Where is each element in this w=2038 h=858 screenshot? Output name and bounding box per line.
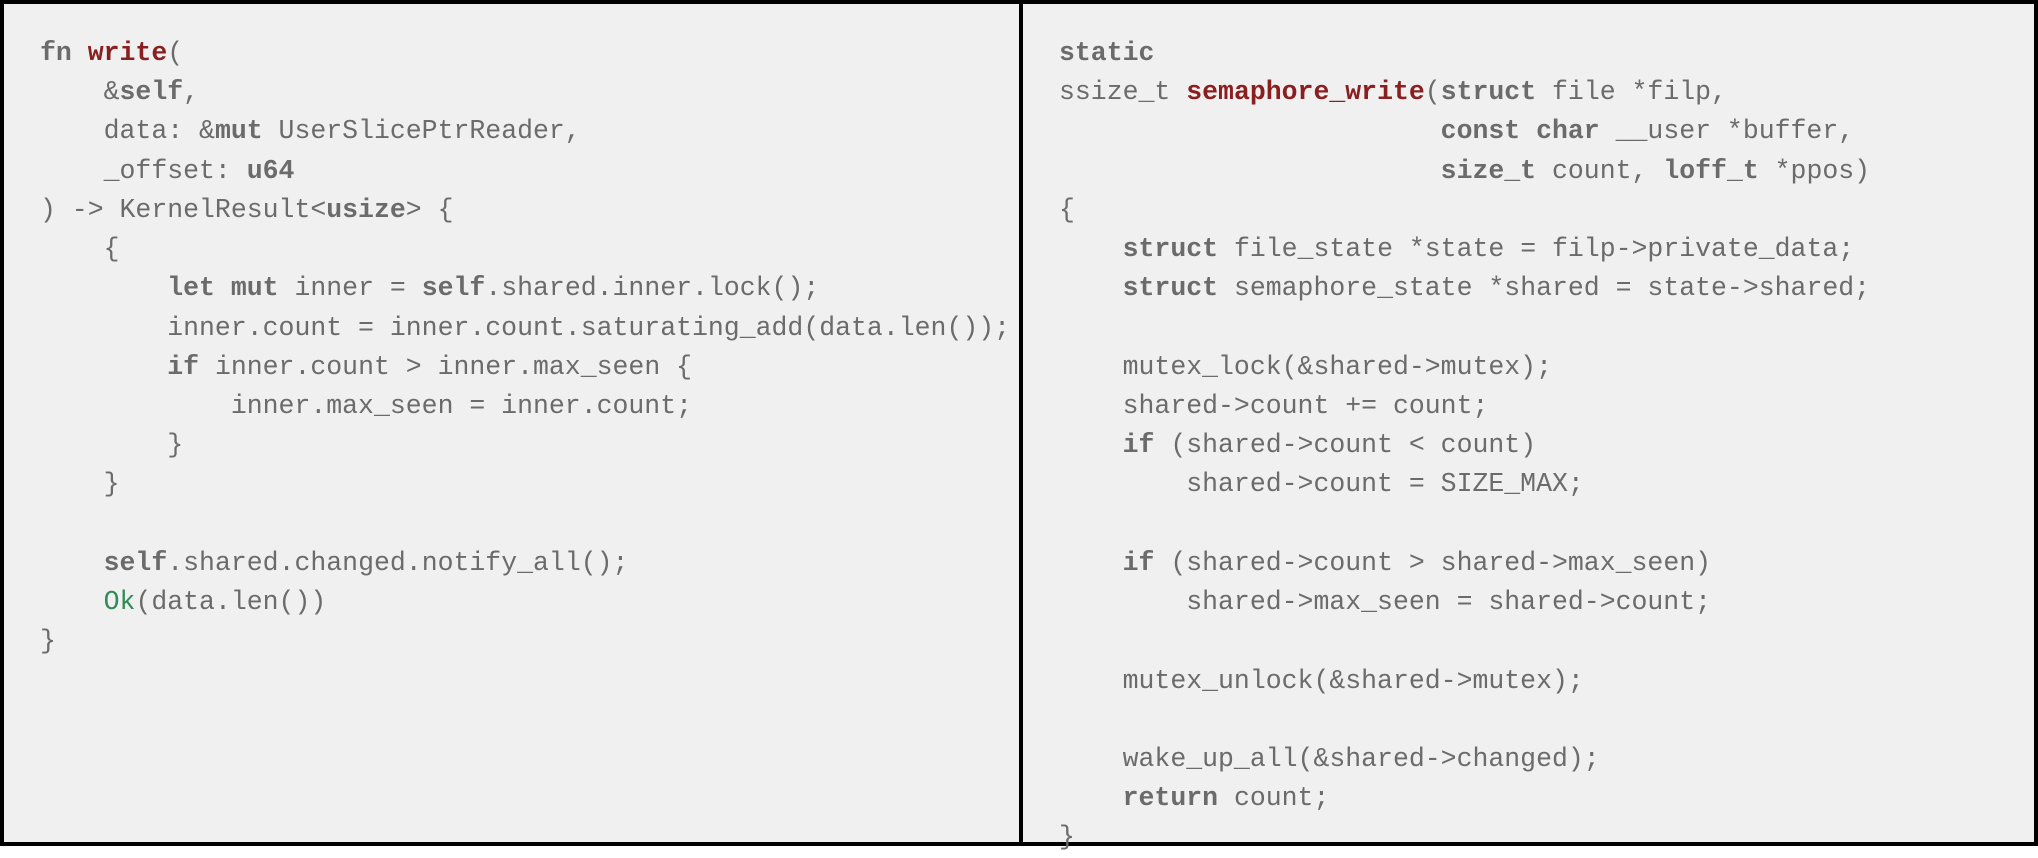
left-code-pane: fn write( &self, data: &mut UserSlicePtr… xyxy=(4,4,1023,842)
rust-code-block: fn write( &self, data: &mut UserSlicePtr… xyxy=(40,34,983,662)
c-code-block: static ssize_t semaphore_write(struct fi… xyxy=(1059,34,1998,858)
right-code-pane: static ssize_t semaphore_write(struct fi… xyxy=(1023,4,2034,842)
code-comparison-container: fn write( &self, data: &mut UserSlicePtr… xyxy=(0,0,2038,846)
